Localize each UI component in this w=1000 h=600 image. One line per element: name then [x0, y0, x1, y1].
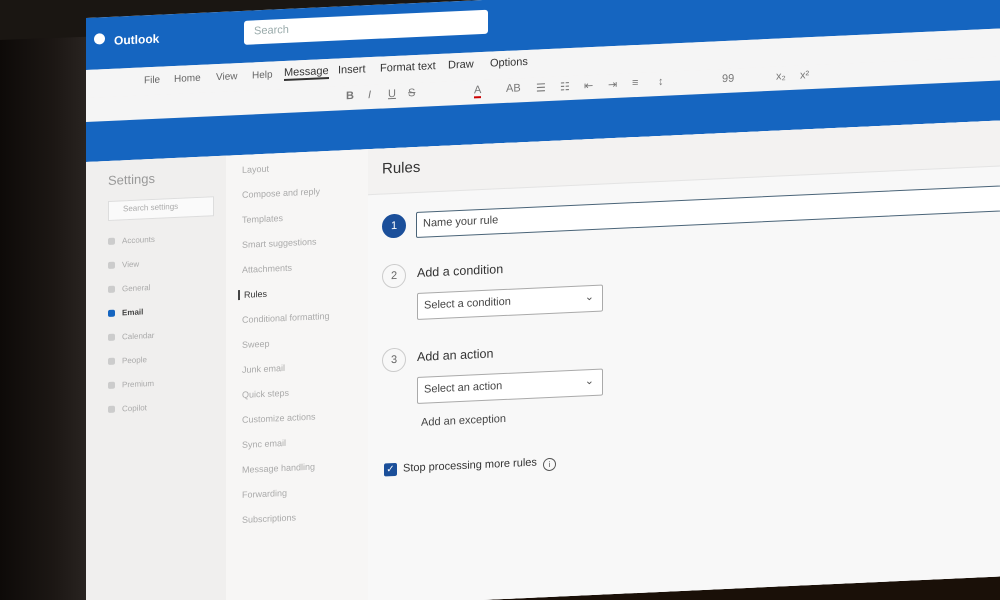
screen: Outlook Search File Home View Help Messa…: [0, 0, 1000, 600]
subscript-button[interactable]: x₂: [776, 70, 786, 82]
accounts-icon: [108, 238, 115, 246]
action-dropdown-value: Select an action: [424, 380, 503, 396]
chevron-down-icon: ⌄: [584, 290, 594, 304]
sub-item-templates[interactable]: Templates: [242, 213, 283, 225]
stop-processing-label: Stop processing more rules: [403, 456, 537, 475]
email-settings-list: Layout Compose and reply Templates Smart…: [226, 149, 369, 600]
copilot-icon: [108, 406, 115, 414]
tab-format-text[interactable]: Format text: [380, 60, 436, 75]
nav-people[interactable]: People: [108, 355, 147, 366]
nav-general[interactable]: General: [108, 283, 150, 294]
step-3-label: Add an action: [417, 346, 494, 364]
strikethrough-button[interactable]: S: [408, 87, 415, 99]
settings-body: Settings Search settings Accounts View G…: [86, 119, 1000, 600]
sub-item-customize-actions[interactable]: Customize actions: [242, 412, 316, 425]
condition-dropdown[interactable]: Select a condition ⌄: [417, 284, 603, 320]
step-2-label: Add a condition: [417, 262, 504, 280]
tab-view[interactable]: View: [216, 71, 238, 83]
tab-draw[interactable]: Draw: [448, 58, 474, 71]
condition-dropdown-value: Select a condition: [424, 295, 511, 312]
rule-name-input[interactable]: Name your rule: [416, 182, 1000, 239]
outlook-logo-icon: [94, 33, 105, 45]
nav-email[interactable]: Email: [108, 307, 143, 318]
nav-accounts[interactable]: Accounts: [108, 235, 155, 246]
font-color-button[interactable]: A: [474, 84, 482, 99]
tab-message[interactable]: Message: [284, 64, 329, 82]
calendar-icon: [108, 334, 115, 342]
sub-item-compose[interactable]: Compose and reply: [242, 186, 320, 200]
nav-calendar[interactable]: Calendar: [108, 331, 154, 342]
underline-button[interactable]: U: [388, 88, 396, 100]
step-3-badge: 3: [382, 347, 406, 373]
superscript-button[interactable]: x²: [800, 69, 809, 81]
step-1-badge: 1: [382, 213, 406, 239]
sub-item-message-handling[interactable]: Message handling: [242, 462, 315, 475]
quote-button[interactable]: 99: [722, 73, 734, 86]
sub-item-forwarding[interactable]: Forwarding: [242, 488, 287, 500]
sub-item-subscriptions[interactable]: Subscriptions: [242, 512, 296, 524]
monitor-bezel: [0, 0, 90, 600]
email-icon: [108, 310, 115, 318]
numbering-icon[interactable]: ☷: [560, 80, 570, 93]
premium-icon: [108, 382, 115, 390]
page-title: Rules: [382, 158, 421, 178]
align-icon[interactable]: ≡: [632, 77, 638, 89]
settings-search-placeholder: Search settings: [123, 201, 179, 214]
bullets-icon[interactable]: ☰: [536, 81, 546, 94]
settings-search-input[interactable]: Search settings: [108, 196, 214, 222]
sub-item-conditional-formatting[interactable]: Conditional formatting: [242, 311, 330, 325]
app-title: Outlook: [114, 31, 160, 48]
nav-copilot[interactable]: Copilot: [108, 403, 147, 414]
tab-help[interactable]: Help: [252, 70, 273, 82]
sub-item-junk-email[interactable]: Junk email: [242, 363, 285, 375]
info-icon[interactable]: i: [543, 457, 556, 472]
rule-name-placeholder: Name your rule: [423, 214, 499, 230]
sub-item-layout[interactable]: Layout: [242, 164, 269, 175]
stop-processing-checkbox[interactable]: ✓: [384, 462, 397, 477]
general-icon: [108, 286, 115, 294]
sub-item-quick-steps[interactable]: Quick steps: [242, 388, 289, 400]
settings-nav: Settings Search settings Accounts View G…: [86, 155, 226, 600]
nav-premium[interactable]: Premium: [108, 379, 154, 390]
tab-options[interactable]: Options: [490, 56, 528, 70]
indent-icon[interactable]: ⇥: [608, 78, 617, 91]
people-icon: [108, 358, 115, 366]
sub-item-attachments[interactable]: Attachments: [242, 263, 292, 275]
italic-button[interactable]: I: [368, 89, 371, 101]
sub-item-rules[interactable]: Rules: [238, 288, 268, 301]
step-2-badge: 2: [382, 263, 406, 289]
line-spacing-icon[interactable]: ↕: [658, 76, 664, 88]
nav-view[interactable]: View: [108, 260, 139, 270]
rules-pane: Rules 1 Name your rule 2 Add a condition…: [368, 119, 1000, 600]
add-exception-link[interactable]: Add an exception: [421, 413, 506, 429]
settings-title: Settings: [108, 170, 155, 189]
tab-file[interactable]: File: [144, 75, 160, 87]
search-placeholder: Search: [254, 23, 289, 38]
search-input[interactable]: Search: [244, 9, 488, 45]
action-dropdown[interactable]: Select an action ⌄: [417, 368, 603, 404]
sub-item-sync-email[interactable]: Sync email: [242, 438, 286, 450]
outlook-window: Outlook Search File Home View Help Messa…: [86, 0, 1000, 600]
tab-insert[interactable]: Insert: [338, 63, 366, 76]
view-icon: [108, 262, 115, 270]
sub-item-smart-suggestions[interactable]: Smart suggestions: [242, 237, 317, 250]
text-effects-button[interactable]: AB: [506, 82, 521, 95]
chevron-down-icon: ⌄: [584, 374, 594, 388]
outdent-icon[interactable]: ⇤: [584, 79, 593, 92]
bold-button[interactable]: B: [346, 90, 354, 102]
tab-home[interactable]: Home: [174, 73, 201, 85]
sub-item-sweep[interactable]: Sweep: [242, 339, 270, 350]
